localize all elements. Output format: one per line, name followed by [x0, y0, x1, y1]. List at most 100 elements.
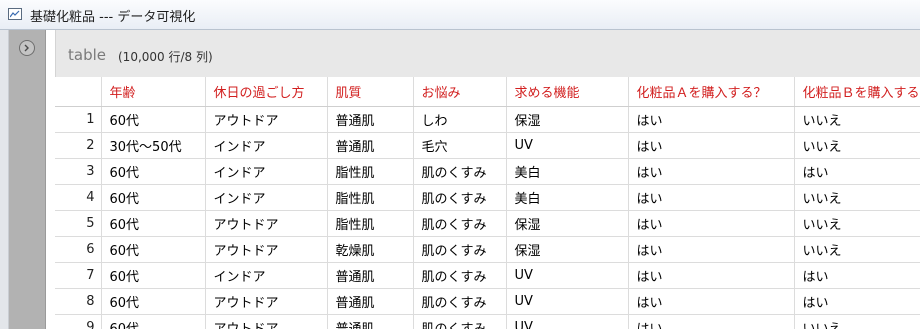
table-cell[interactable]: 60代 [101, 262, 206, 289]
table-cell[interactable]: 肌のくすみ [413, 288, 507, 315]
table-cell[interactable]: UV [506, 132, 629, 159]
table-cell[interactable]: 肌のくすみ [413, 184, 507, 211]
column-header-row: 年齢 休日の過ごし方 肌質 お悩み 求める機能 化粧品Ａを購入する？ 化粧品Ｂを… [55, 77, 920, 107]
table-cell[interactable]: 美白 [506, 158, 629, 185]
row-index: 5 [55, 210, 102, 237]
row-index: 8 [55, 288, 102, 315]
table-cell[interactable]: 美白 [506, 184, 629, 211]
table-row[interactable]: 3 60代 インドア 脂性肌 肌のくすみ 美白 はい はい [55, 158, 920, 185]
table-cell[interactable]: 60代 [101, 184, 206, 211]
table-cell[interactable]: はい [628, 158, 795, 185]
table-cell[interactable]: はい [794, 262, 920, 289]
chevron-right-circle-icon[interactable] [19, 40, 35, 56]
table-cell[interactable]: いいえ [794, 184, 920, 211]
column-header[interactable]: 求める機能 [506, 77, 629, 107]
table-cell[interactable]: はい [794, 288, 920, 315]
row-index: 4 [55, 184, 102, 211]
table-cell[interactable]: はい [794, 158, 920, 185]
table-row[interactable]: 9 60代 アウトドア 普通肌 肌のくすみ UV はい いいえ [55, 314, 920, 329]
table-cell[interactable]: 肌のくすみ [413, 236, 507, 263]
table-cell[interactable]: いいえ [794, 236, 920, 263]
table-row[interactable]: 4 60代 インドア 脂性肌 肌のくすみ 美白 はい いいえ [55, 184, 920, 211]
app-window-icon [8, 8, 22, 20]
row-index: 9 [55, 314, 102, 329]
row-index: 6 [55, 236, 102, 263]
table-cell[interactable]: 保湿 [506, 106, 629, 133]
table-cell[interactable]: アウトドア [205, 314, 328, 329]
table-cell[interactable]: 脂性肌 [327, 158, 414, 185]
table-cell[interactable]: インドア [205, 158, 328, 185]
column-header[interactable]: 化粧品Ａを購入する？ [628, 77, 795, 107]
row-index: 7 [55, 262, 102, 289]
table-cell[interactable]: 肌のくすみ [413, 314, 507, 329]
table-cell[interactable]: 肌のくすみ [413, 262, 507, 289]
table-cell[interactable]: はい [628, 262, 795, 289]
table-cell[interactable]: UV [506, 314, 629, 329]
table-view: table (10,000 行/8 列) 年齢 休日の過ごし方 肌質 お悩み 求… [55, 30, 920, 329]
column-header[interactable]: 肌質 [327, 77, 414, 107]
table-cell[interactable]: いいえ [794, 210, 920, 237]
table-cell[interactable]: はい [628, 106, 795, 133]
window-titlebar: 基礎化粧品 --- データ可視化 [0, 0, 920, 30]
table-cell[interactable]: アウトドア [205, 288, 328, 315]
row-index: 2 [55, 132, 102, 159]
table-row[interactable]: 5 60代 アウトドア 脂性肌 肌のくすみ 保湿 はい いいえ [55, 210, 920, 237]
table-cell[interactable]: 保湿 [506, 236, 629, 263]
table-cell[interactable]: 肌のくすみ [413, 158, 507, 185]
column-header[interactable]: 化粧品Ｂを購入する？ [794, 77, 920, 107]
table-cell[interactable]: 脂性肌 [327, 210, 414, 237]
table-cell[interactable]: インドア [205, 262, 328, 289]
table-cell[interactable]: インドア [205, 132, 328, 159]
table-cell[interactable]: 毛穴 [413, 132, 507, 159]
table-row[interactable]: 7 60代 インドア 普通肌 肌のくすみ UV はい はい [55, 262, 920, 289]
table-cell[interactable]: しわ [413, 106, 507, 133]
table-row[interactable]: 2 30代～50代 インドア 普通肌 毛穴 UV はい いいえ [55, 132, 920, 159]
table-cell[interactable]: 60代 [101, 236, 206, 263]
column-header-index[interactable] [55, 77, 102, 107]
table-header-bar: table (10,000 行/8 列) [55, 30, 920, 77]
data-table: 年齢 休日の過ごし方 肌質 お悩み 求める機能 化粧品Ａを購入する？ 化粧品Ｂを… [55, 77, 920, 329]
collapsed-side-panel [9, 30, 46, 329]
table-cell[interactable]: 普通肌 [327, 106, 414, 133]
column-header[interactable]: お悩み [413, 77, 507, 107]
row-index: 3 [55, 158, 102, 185]
table-cell[interactable]: はい [628, 132, 795, 159]
table-cell[interactable]: UV [506, 262, 629, 289]
table-cell[interactable]: はい [628, 314, 795, 329]
table-cell[interactable]: 60代 [101, 106, 206, 133]
table-cell[interactable]: アウトドア [205, 106, 328, 133]
table-cell[interactable]: 60代 [101, 288, 206, 315]
table-cell[interactable]: アウトドア [205, 210, 328, 237]
table-cell[interactable]: はい [628, 288, 795, 315]
table-cell[interactable]: 60代 [101, 158, 206, 185]
table-cell[interactable]: 肌のくすみ [413, 210, 507, 237]
table-cell[interactable]: 普通肌 [327, 262, 414, 289]
column-header[interactable]: 休日の過ごし方 [205, 77, 328, 107]
table-row[interactable]: 6 60代 アウトドア 乾燥肌 肌のくすみ 保湿 はい いいえ [55, 236, 920, 263]
table-cell[interactable]: 乾燥肌 [327, 236, 414, 263]
table-cell[interactable]: インドア [205, 184, 328, 211]
column-header[interactable]: 年齢 [101, 77, 206, 107]
table-cell[interactable]: 普通肌 [327, 132, 414, 159]
table-cell[interactable]: はい [628, 236, 795, 263]
table-cell[interactable]: はい [628, 210, 795, 237]
table-row[interactable]: 8 60代 アウトドア 普通肌 肌のくすみ UV はい はい [55, 288, 920, 315]
window-title: 基礎化粧品 --- データ可視化 [30, 10, 196, 25]
table-cell[interactable]: 普通肌 [327, 288, 414, 315]
table-cell[interactable]: いいえ [794, 132, 920, 159]
table-cell[interactable]: アウトドア [205, 236, 328, 263]
table-cell[interactable]: はい [628, 184, 795, 211]
table-row[interactable]: 1 60代 アウトドア 普通肌 しわ 保湿 はい いいえ [55, 106, 920, 133]
table-cell[interactable]: 普通肌 [327, 314, 414, 329]
table-dimensions: (10,000 行/8 列) [118, 50, 213, 64]
row-index: 1 [55, 106, 102, 133]
table-cell[interactable]: 保湿 [506, 210, 629, 237]
table-cell[interactable]: 60代 [101, 210, 206, 237]
table-cell[interactable]: 脂性肌 [327, 184, 414, 211]
table-cell[interactable]: 30代～50代 [101, 132, 206, 159]
table-cell[interactable]: UV [506, 288, 629, 315]
table-cell[interactable]: 60代 [101, 314, 206, 329]
table-cell[interactable]: いいえ [794, 314, 920, 329]
table-cell[interactable]: いいえ [794, 106, 920, 133]
window-left-border [0, 30, 9, 329]
